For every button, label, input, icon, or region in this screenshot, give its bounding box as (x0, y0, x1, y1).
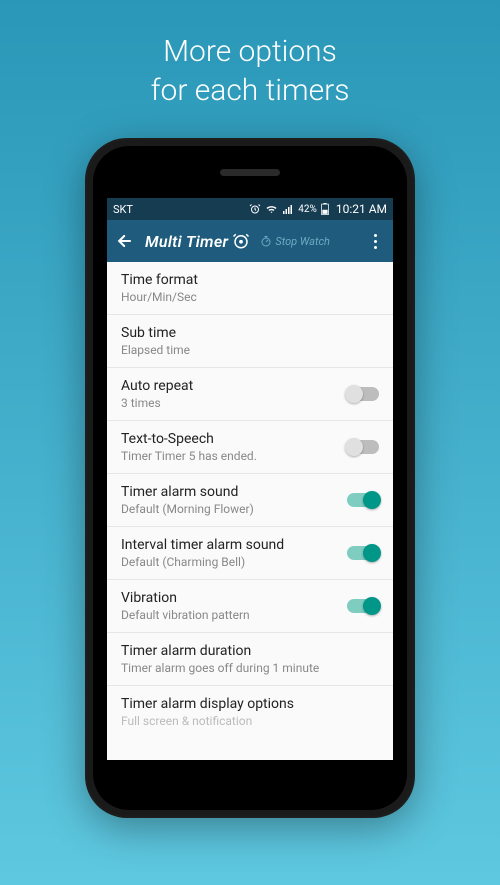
settings-row-subtitle: 3 times (121, 396, 347, 410)
toggle-switch[interactable] (347, 440, 379, 454)
promo-title: More options for each timers (151, 32, 350, 110)
toggle-knob (345, 438, 363, 456)
settings-row-subtitle: Timer Timer 5 has ended. (121, 449, 347, 463)
phone-frame: SKT 42% 10:21 AM (85, 138, 415, 818)
settings-row-text: Timer alarm duration Timer alarm goes off… (121, 643, 379, 675)
settings-row-text: Interval timer alarm sound Default (Charm… (121, 537, 347, 569)
settings-row[interactable]: Interval timer alarm sound Default (Charm… (107, 527, 393, 580)
settings-row-text: Sub time Elapsed time (121, 325, 379, 357)
settings-row-title: Interval timer alarm sound (121, 537, 347, 553)
settings-row-title: Timer alarm sound (121, 484, 347, 500)
phone-speaker (220, 169, 280, 176)
settings-row[interactable]: Vibration Default vibration pattern (107, 580, 393, 633)
toggle-switch[interactable] (347, 493, 379, 507)
settings-row-text: Auto repeat 3 times (121, 378, 347, 410)
settings-row-subtitle: Default (Charming Bell) (121, 555, 347, 569)
tab-stopwatch[interactable]: Stop Watch (260, 235, 330, 248)
overflow-menu-button[interactable] (363, 227, 387, 255)
settings-row-title: Text-to-Speech (121, 431, 347, 447)
toggle-switch[interactable] (347, 599, 379, 613)
statusbar: SKT 42% 10:21 AM (107, 198, 393, 220)
alarm-icon (249, 203, 261, 215)
settings-row-subtitle: Elapsed time (121, 343, 379, 357)
settings-row[interactable]: Sub time Elapsed time (107, 315, 393, 368)
carrier-label: SKT (113, 203, 133, 216)
app-title: Multi Timer (145, 232, 250, 251)
status-time: 10:21 AM (336, 202, 387, 216)
toggle-knob (363, 597, 381, 615)
wifi-icon (265, 203, 278, 215)
signal-icon (282, 203, 294, 215)
promo-line1: More options (151, 32, 350, 71)
toggle-switch[interactable] (347, 387, 379, 401)
settings-row-title: Sub time (121, 325, 379, 341)
overflow-dot-icon (374, 234, 377, 237)
settings-row-text: Vibration Default vibration pattern (121, 590, 347, 622)
screen: SKT 42% 10:21 AM (107, 198, 393, 760)
settings-row-title: Vibration (121, 590, 347, 606)
settings-row-subtitle: Default (Morning Flower) (121, 502, 347, 516)
app-title-text: Multi Timer (145, 232, 228, 251)
settings-row-title: Timer alarm duration (121, 643, 379, 659)
settings-row-subtitle: Full screen & notification (121, 714, 379, 728)
settings-row-text: Text-to-Speech Timer Timer 5 has ended. (121, 431, 347, 463)
appbar: Multi Timer Stop Watch (107, 220, 393, 262)
settings-row-subtitle: Timer alarm goes off during 1 minute (121, 661, 379, 675)
settings-row[interactable]: Timer alarm duration Timer alarm goes off… (107, 633, 393, 686)
settings-row-text: Timer alarm display options Full screen &… (121, 696, 379, 728)
settings-row-subtitle: Default vibration pattern (121, 608, 347, 622)
overflow-dot-icon (374, 240, 377, 243)
settings-row[interactable]: Time format Hour/Min/Sec (107, 262, 393, 315)
settings-row-title: Timer alarm display options (121, 696, 379, 712)
toggle-switch[interactable] (347, 546, 379, 560)
tab-stopwatch-label: Stop Watch (275, 235, 330, 248)
settings-row-title: Auto repeat (121, 378, 347, 394)
settings-row-text: Time format Hour/Min/Sec (121, 272, 379, 304)
back-button[interactable] (111, 227, 139, 255)
settings-row-text: Timer alarm sound Default (Morning Flower… (121, 484, 347, 516)
phone-top-bezel (93, 146, 407, 198)
promo-line2: for each timers (151, 71, 350, 110)
settings-row[interactable]: Auto repeat 3 times (107, 368, 393, 421)
phone-inner: SKT 42% 10:21 AM (93, 146, 407, 810)
overflow-dot-icon (374, 246, 377, 249)
phone-bottom-bezel (93, 760, 407, 810)
toggle-knob (363, 544, 381, 562)
toggle-knob (363, 491, 381, 509)
stopwatch-icon (260, 235, 272, 247)
settings-list[interactable]: Time format Hour/Min/Sec Sub time Elapsed t… (107, 262, 393, 760)
battery-percent: 42% (298, 204, 317, 215)
settings-row[interactable]: Timer alarm display options Full screen &… (107, 686, 393, 738)
alarm-clock-icon (232, 232, 250, 250)
battery-icon (321, 203, 329, 215)
settings-row[interactable]: Text-to-Speech Timer Timer 5 has ended. (107, 421, 393, 474)
settings-row-title: Time format (121, 272, 379, 288)
settings-row[interactable]: Timer alarm sound Default (Morning Flower… (107, 474, 393, 527)
toggle-knob (345, 385, 363, 403)
settings-row-subtitle: Hour/Min/Sec (121, 290, 379, 304)
